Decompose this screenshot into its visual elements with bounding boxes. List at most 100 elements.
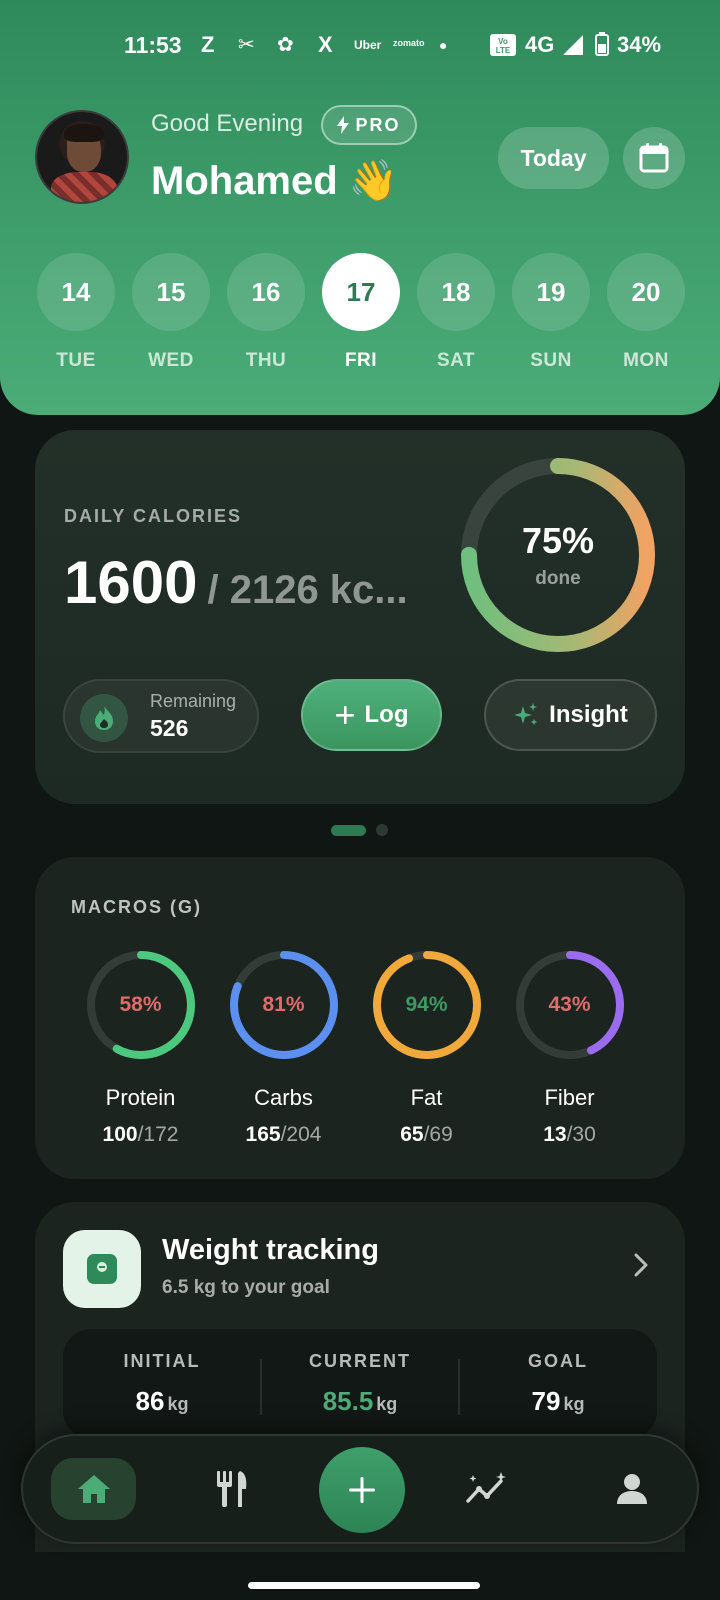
avatar[interactable] [35,110,129,204]
calories-progress-ring: 75% done [455,452,661,658]
macro-values: 65/69 [354,1123,499,1147]
calories-consumed: 1600 [64,549,198,616]
pager-dot-active[interactable] [331,824,366,836]
macro-fiber[interactable]: 43% Fiber 13/30 [497,947,642,1147]
macro-target: /172 [137,1123,179,1146]
day-number: 15 [132,253,210,331]
macro-values: 165/204 [211,1123,356,1147]
uber-app-icon: Uber [354,38,382,52]
day-fri-selected[interactable]: 17 FRI [322,253,400,372]
day-thu[interactable]: 16 THU [227,253,305,372]
log-label: Log [364,701,409,728]
scale-icon [63,1230,141,1308]
day-mon[interactable]: 20 MON [607,253,685,372]
day-number: 18 [417,253,495,331]
home-indicator[interactable] [248,1582,480,1589]
calories-value: 1600/ 2126 kc... [64,548,408,617]
calories-done-caption: done [535,568,581,589]
stat-value: 85.5 [322,1386,374,1416]
macro-percent: 43% [548,993,591,1016]
macro-fat[interactable]: 94% Fat 65/69 [354,947,499,1147]
calories-goal: / 2126 kc... [207,568,408,612]
macro-current: 13 [543,1123,567,1146]
macro-target: /69 [423,1123,453,1146]
weight-subtitle: 6.5 kg to your goal [162,1277,330,1298]
day-name: SUN [530,350,572,371]
battery-icon [595,32,609,62]
stat-label: INITIAL [123,1351,201,1371]
calendar-button[interactable] [623,127,685,189]
user-name: Mohamed 👋 [151,159,399,203]
macro-ring: 58% [83,947,199,1063]
insight-button[interactable]: Insight [484,679,657,751]
sparkle-icon [514,703,538,725]
plus-icon [335,706,354,724]
day-number: 20 [607,253,685,331]
day-name: SAT [436,350,476,371]
macro-name: Fat [410,1085,443,1110]
nav-home[interactable] [51,1458,136,1520]
zepto-app-icon: Z [201,32,215,57]
macros-card[interactable]: MACROS (G) 58% Protein 100/172 81% Carbs 165/… [35,857,685,1179]
macro-ring: 94% [369,947,485,1063]
day-wed[interactable]: 15 WED [132,253,210,372]
weight-current: CURRENT 85.5 kg [261,1351,459,1417]
svg-text:Vo: Vo [498,37,508,46]
macro-name: Protein [105,1085,176,1110]
header: 11:53 Z ✂ ✿ X Uber zomato ● Vo LTE 4G 34%… [0,0,720,415]
nav-add-button[interactable] [319,1447,405,1533]
macro-carbs[interactable]: 81% Carbs 165/204 [211,947,356,1147]
flame-icon [80,694,128,742]
meals-icon [217,1471,247,1507]
log-button[interactable]: Log [301,679,442,751]
macro-target: /30 [566,1123,596,1146]
chevron-right-icon[interactable] [633,1252,649,1283]
pro-badge[interactable]: PRO [321,105,417,145]
weight-stats: INITIAL 86 kg CURRENT 85.5 kg GOAL 79 kg [63,1329,657,1439]
card-pager[interactable] [331,824,388,836]
battery-percent: 34% [617,32,662,57]
calendar-icon [639,143,669,173]
day-name: TUE [56,350,96,371]
stat-unit: kg [376,1394,398,1414]
nav-meals[interactable] [197,1458,267,1520]
day-tue[interactable]: 14 TUE [37,253,115,372]
macro-current: 65 [400,1123,424,1146]
zomato-app-icon: zomato [393,38,425,48]
stat-label: CURRENT [309,1351,411,1371]
remaining-value: 526 [150,715,189,741]
stat-label: GOAL [528,1351,588,1371]
weight-initial: INITIAL 86 kg [63,1351,261,1417]
pager-dot[interactable] [376,824,388,836]
macro-percent: 58% [119,993,162,1016]
nav-progress[interactable] [452,1458,522,1520]
macro-current: 100 [102,1123,138,1146]
signal-icon [563,35,585,61]
macro-values: 13/30 [497,1123,642,1147]
remaining-label: Remaining [150,691,237,711]
macros-title: MACROS (G) [71,897,202,917]
daily-calories-card[interactable]: DAILY CALORIES 1600/ 2126 kc... 75% done… [35,430,685,804]
macro-protein[interactable]: 58% Protein 100/172 [68,947,213,1147]
bolt-icon [337,116,350,134]
chat-app-icon: ✿ [277,34,294,56]
more-notifications-icon: ● [439,37,448,53]
home-icon [77,1475,110,1503]
day-sat[interactable]: 18 SAT [417,253,495,372]
day-sun[interactable]: 19 SUN [512,253,590,372]
day-name: FRI [344,350,378,371]
macro-ring: 43% [512,947,628,1063]
day-name: MON [623,350,669,371]
pro-label: PRO [355,114,401,135]
stat-value: 79 [531,1386,561,1416]
day-name: WED [148,350,194,371]
macro-values: 100/172 [68,1123,213,1147]
weight-title: Weight tracking [162,1234,379,1266]
insight-label: Insight [549,701,628,728]
remaining-pill: Remaining 526 [63,679,259,753]
macro-percent: 94% [405,993,448,1016]
progress-icon [466,1472,506,1503]
stat-value: 86 [135,1386,165,1416]
nav-profile[interactable] [597,1458,667,1520]
today-button[interactable]: Today [498,127,609,189]
